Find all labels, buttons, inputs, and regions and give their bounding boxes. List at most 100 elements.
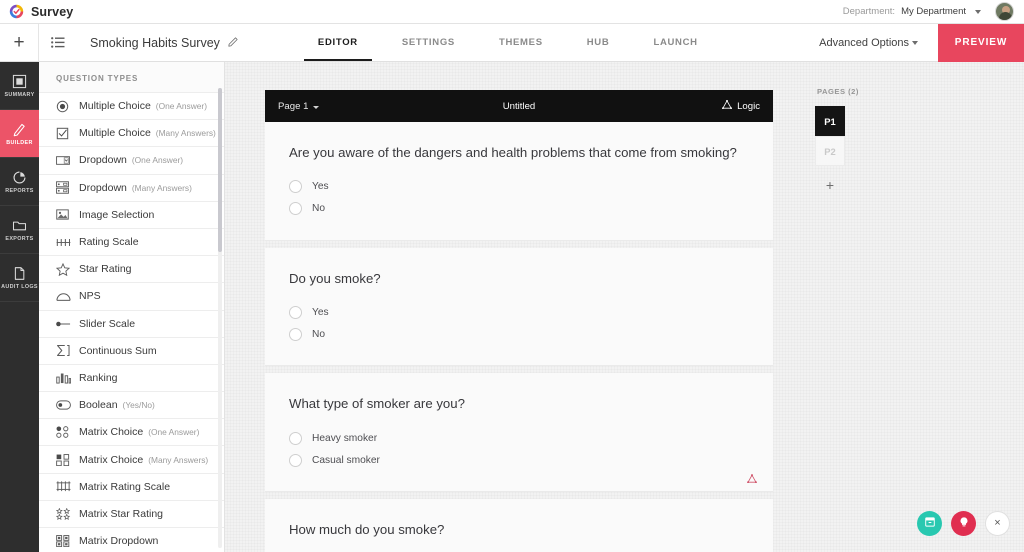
question-type-item[interactable]: Matrix Choice (Many Answers) [39,445,224,473]
question-type-sublabel: (Yes/No) [122,400,155,411]
question-type-item[interactable]: Matrix Star Rating [39,499,224,527]
question-type-item[interactable]: Slider Scale [39,309,224,337]
chevron-down-icon[interactable] [975,10,981,14]
summary-square-icon [12,74,27,89]
tab-editor[interactable]: EDITOR [296,24,380,61]
logic-button[interactable]: Logic [722,99,760,112]
question-type-label: Image Selection [79,208,155,221]
pie-chart-icon [12,170,27,185]
question-type-item[interactable]: Ranking [39,363,224,392]
question-type-label: Slider Scale [79,317,136,330]
question-type-label: Matrix Choice [79,453,144,466]
radio-button-icon[interactable] [289,305,302,319]
page-title: Smoking Habits Survey [90,35,220,50]
question-type-item[interactable]: Rating Scale [39,227,224,256]
sidebar-item-builder[interactable]: BUILDER [0,110,39,158]
sidebar-item-audit-logs[interactable]: AUDIT LOGS [0,254,39,302]
advanced-options-button[interactable]: Advanced Options [819,37,918,49]
pencil-icon [12,122,27,137]
question-option[interactable]: Yes [289,176,749,198]
brand-bar: Survey Department: My Department [0,0,1024,24]
gauge-icon [56,291,76,302]
fab-help[interactable] [951,511,976,536]
fab-archive[interactable] [917,511,942,536]
sidebar-item-reports[interactable]: REPORTS [0,158,39,206]
question-type-label: Matrix Dropdown [79,535,159,548]
question-option-label: No [312,203,326,215]
question-type-label: Multiple Choice [79,127,151,140]
question-type-item[interactable]: Image Selection [39,200,224,228]
radio-button-icon[interactable] [289,202,302,216]
preview-button[interactable]: PREVIEW [938,23,1024,62]
question-type-item[interactable]: Multiple Choice (Many Answers) [39,119,224,147]
survey-builder-app: Survey Department: My Department + Smoki… [0,0,1024,552]
add-page-button[interactable]: + [815,172,845,198]
question-types-scrollbar[interactable] [218,88,222,548]
logic-triangle-icon [722,99,733,112]
sidebar-item-audit-logs-label: AUDIT LOGS [1,283,38,290]
radio-button-icon[interactable] [289,327,302,341]
brand-logo[interactable]: Survey [9,4,73,19]
question-type-item[interactable]: Dropdown (One Answer) [39,146,224,174]
question-type-item[interactable]: NPS [39,282,224,310]
question-option[interactable]: No [289,323,749,345]
sidebar-item-summary[interactable]: SUMMARY [0,62,39,110]
question-type-label: NPS [79,290,101,303]
sidebar-item-exports[interactable]: EXPORTS [0,206,39,254]
page-selector[interactable]: Page 1 [278,101,320,112]
archive-box-icon [924,515,936,533]
question-type-item[interactable]: Star Rating [39,255,224,283]
toolbar-right-group: Advanced Options PREVIEW [819,23,1024,62]
question-card[interactable]: How much do you smoke?< 1 cigarette a da… [265,499,773,552]
avatar[interactable] [995,2,1014,21]
question-type-item[interactable]: Dropdown (Many Answers) [39,173,224,201]
slider-icon [56,320,76,328]
question-type-label: Multiple Choice [79,100,151,113]
page-thumb-p1[interactable]: P1 [815,106,845,136]
question-option[interactable]: Casual smoker [289,449,749,471]
radio-button-icon[interactable] [289,453,302,467]
plus-icon[interactable]: + [0,24,38,61]
question-title: Are you aware of the dangers and health … [289,145,737,160]
tab-hub[interactable]: HUB [565,24,632,61]
document-icon [12,266,27,281]
scrollbar-thumb[interactable] [218,88,222,252]
question-type-item[interactable]: Continuous Sum [39,336,224,364]
question-option-label: No [312,328,326,340]
question-type-item[interactable]: Matrix Choice (One Answer) [39,418,224,446]
question-card[interactable]: Do you smoke? Yes No [265,247,773,367]
tab-launch[interactable]: LAUNCH [631,24,719,61]
sheet-header: Page 1 Untitled Logic [265,90,773,122]
matrix-star-icon [56,507,76,520]
folder-icon [12,218,27,233]
fab-close[interactable]: × [985,511,1010,536]
question-types-heading: QUESTION TYPES [56,74,139,83]
question-type-label: Dropdown [79,154,127,167]
checkbox-checked-icon [56,127,76,140]
page-thumb-p2[interactable]: P2 [815,136,845,166]
sidebar-item-exports-label: EXPORTS [5,235,34,242]
question-option[interactable]: Yes [289,301,749,323]
question-option-label: Heavy smoker [312,432,378,444]
question-option[interactable]: Heavy smoker [289,427,749,449]
logic-triangle-icon[interactable] [747,474,757,484]
question-type-sublabel: (Many Answers) [148,454,209,465]
sigma-icon [56,344,76,357]
question-type-item[interactable]: Matrix Rating Scale [39,472,224,500]
question-option[interactable]: No [289,198,749,220]
question-card[interactable]: What type of smoker are you? Heavy smoker… [265,373,773,493]
radio-button-icon[interactable] [289,431,302,445]
tab-themes[interactable]: THEMES [477,24,565,61]
pages-heading: PAGES (2) [817,87,859,96]
question-type-item[interactable]: Multiple Choice (One Answer) [39,92,224,120]
radio-button-icon[interactable] [289,180,302,194]
tab-settings[interactable]: SETTINGS [380,24,477,61]
department-value[interactable]: My Department [901,6,966,17]
question-type-label: Star Rating [79,263,132,276]
question-card[interactable]: Are you aware of the dangers and health … [265,122,773,241]
question-type-item[interactable]: Matrix Dropdown [39,527,224,552]
header-right-group: Department: My Department [843,2,1014,21]
hamburger-menu-icon[interactable] [39,24,77,61]
pencil-icon[interactable] [228,36,239,50]
question-type-item[interactable]: Boolean (Yes/No) [39,391,224,419]
